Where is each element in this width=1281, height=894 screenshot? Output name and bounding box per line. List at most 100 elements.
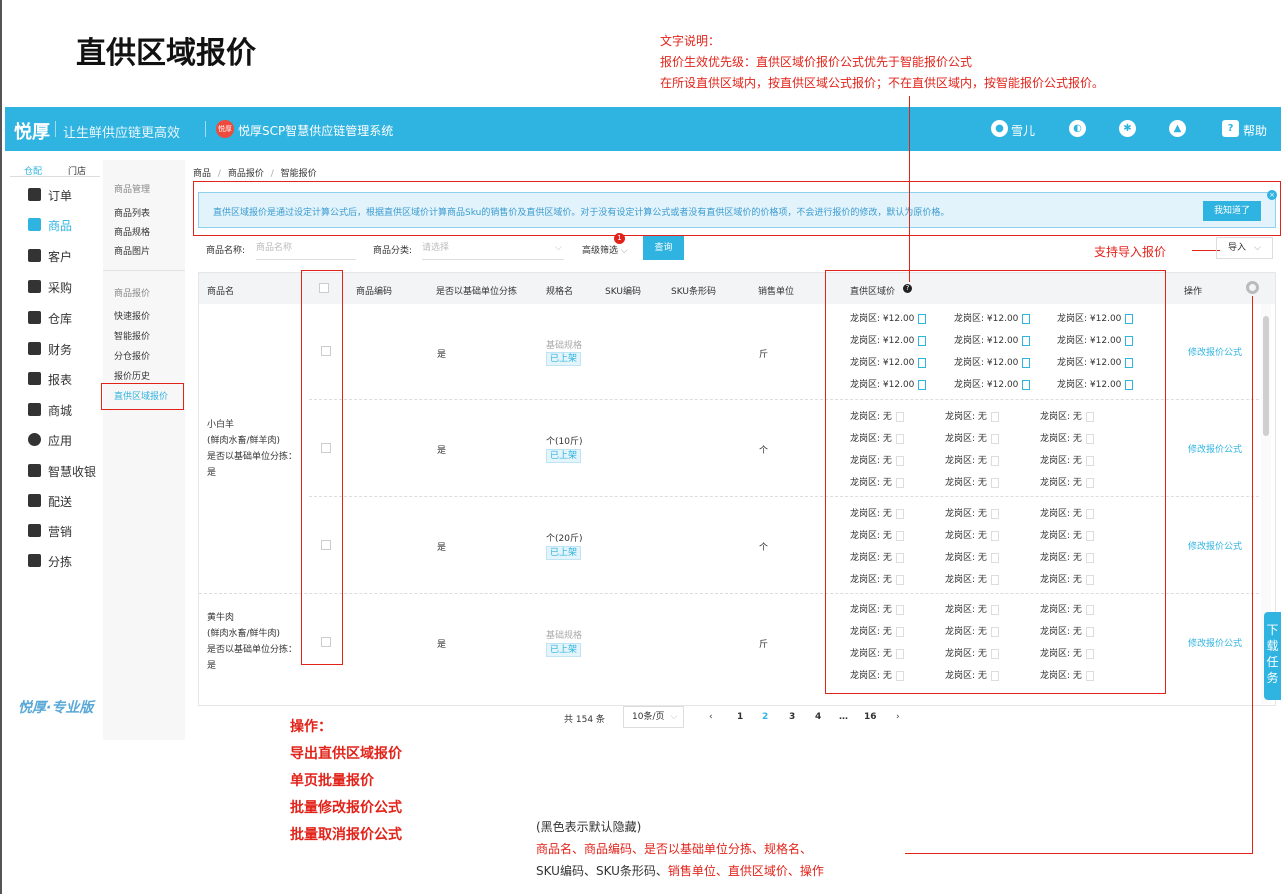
page-size-label: 10条/页 (632, 712, 665, 722)
annotation-note: 文字说明： 报价生效优先级：直供区域价报价公式优先于智能报价公式 在所设直供区域… (660, 31, 1104, 94)
note-line: 在所设直供区域内，按直供区域公式报价；不在直供区域内，按智能报价公式报价。 (660, 76, 1105, 90)
submenu-item-smart-quote[interactable]: 智能报价 (114, 329, 150, 342)
ops-item: 批量取消报价公式 (290, 827, 402, 843)
total-count: 共 154 条 (564, 715, 605, 725)
bell-icon[interactable]: ▲ (1169, 120, 1186, 137)
column-header: SKU条形码 (671, 287, 716, 297)
product-basic-value: 是 (207, 468, 217, 478)
ops-item: 单页批量报价 (290, 773, 374, 789)
submenu-item-goods-image[interactable]: 商品图片 (114, 244, 150, 257)
spec-name: 个(10斤) (546, 437, 583, 447)
divider (55, 121, 56, 137)
gear-icon[interactable] (1246, 281, 1259, 294)
order-icon (28, 188, 41, 201)
brand-logo-icon: 悦厚 (216, 120, 234, 138)
product-basic-label: 是否以基础单位分拣： (207, 645, 298, 655)
submenu-item-warehouse-quote[interactable]: 分仓报价 (114, 349, 150, 362)
download-tasks-tab[interactable]: 下载任务 (1264, 612, 1281, 700)
edit-formula-link[interactable]: 修改报价公式 (1188, 539, 1242, 552)
name-search-input[interactable]: 商品名称 (256, 236, 356, 260)
customer-icon (28, 249, 41, 262)
breadcrumb-item: 智能报价 (280, 169, 317, 179)
menu-label: 配送 (48, 495, 73, 509)
marketing-icon (28, 524, 41, 537)
divider (205, 121, 206, 137)
status-badge: 已上架 (546, 546, 582, 560)
product-name: 小白羊 (207, 420, 235, 430)
breadcrumb-item[interactable]: 商品 (193, 169, 211, 179)
submenu-item-goods-spec[interactable]: 商品规格 (114, 225, 150, 238)
import-button[interactable]: 导入 ⌵ (1216, 237, 1273, 259)
page-button[interactable]: 4 (815, 712, 821, 722)
category-select[interactable]: 请选择 ⌵ (422, 236, 564, 260)
page-button-current[interactable]: 2 (762, 712, 768, 722)
slogan: 让生鲜供应链更高效 (63, 126, 181, 141)
status-badge: 已上架 (546, 449, 582, 463)
spec-name: 基础规格 (546, 631, 583, 641)
user-icon[interactable]: ● (991, 120, 1008, 137)
menu-label: 订单 (48, 189, 73, 203)
annotation-line (909, 96, 910, 282)
prev-page-button[interactable]: ‹ (709, 712, 713, 722)
chevron-down-icon: ⌵ (618, 246, 628, 256)
page-button[interactable]: 3 (789, 712, 795, 722)
edit-formula-link[interactable]: 修改报价公式 (1188, 442, 1242, 455)
submenu-panel: 商品管理 商品列表 商品规格 商品图片 商品报价 快速报价 智能报价 分仓报价 … (103, 160, 185, 740)
advanced-filter-toggle[interactable]: 高级筛选 ⌵ (582, 243, 628, 256)
page-ellipsis: … (839, 712, 848, 722)
menu-label: 仓库 (48, 312, 73, 326)
submenu-item-quote-history[interactable]: 报价历史 (114, 369, 150, 382)
column-header: 销售单位 (758, 287, 795, 297)
edit-formula-link[interactable]: 修改报价公式 (1188, 636, 1242, 649)
highlight-box (825, 270, 1166, 694)
sorting-icon (28, 554, 41, 567)
app-logo[interactable]: 悦厚 (14, 118, 50, 144)
submenu-item-quick-quote[interactable]: 快速报价 (114, 309, 150, 322)
breadcrumb: 商品 / 商品报价 / 智能报价 (193, 166, 317, 179)
page-title: 直供区域报价 (76, 36, 256, 71)
gear-icon[interactable]: ✱ (1119, 120, 1136, 137)
menu-label: 客户 (48, 250, 73, 264)
query-button[interactable]: 查询 (643, 236, 684, 260)
app-icon (28, 433, 41, 446)
breadcrumb-item[interactable]: 商品报价 (228, 169, 264, 179)
help-link[interactable]: 帮助 (1243, 122, 1267, 139)
chevron-down-icon: ⌵ (670, 712, 678, 722)
ops-item: 导出直供区域报价 (290, 746, 402, 762)
column-header: 商品编码 (356, 287, 393, 297)
col-note-line: 商品名、商品编码、是否以基础单位分拣、规格名、 (536, 842, 813, 856)
col-note-part: 销售单位、直供区域价、操作 (667, 864, 824, 878)
top-bar: 悦厚 让生鲜供应链更高效 悦厚 悦厚SCP智慧供应链管理系统 ● 雪儿 ◐ ✱ … (5, 107, 1281, 151)
col-note-line: SKU编码、SKU条形码、销售单位、直供区域价、操作 (536, 860, 824, 882)
basic-unit-value: 是 (437, 543, 447, 553)
edit-formula-link[interactable]: 修改报价公式 (1188, 345, 1242, 358)
help-icon[interactable]: ? (1222, 120, 1239, 137)
menu-label: 财务 (48, 343, 73, 357)
page-button[interactable]: 1 (737, 712, 743, 722)
sale-unit: 斤 (759, 350, 769, 360)
menu-label: 应用 (48, 434, 73, 448)
annotation-line (1252, 296, 1253, 854)
service-icon[interactable]: ◐ (1069, 120, 1086, 137)
scroll-thumb[interactable] (1263, 316, 1269, 436)
annotation-columns: (黑色表示默认隐藏) 商品名、商品编码、是否以基础单位分拣、规格名、 SKU编码… (536, 816, 824, 882)
sale-unit: 个 (759, 446, 769, 456)
report-icon (28, 372, 41, 385)
breadcrumb-separator: / (217, 169, 221, 179)
mall-icon (28, 403, 41, 416)
menu-label: 营销 (48, 525, 73, 539)
column-header: 是否以基础单位分拣 (436, 287, 518, 297)
cashier-icon (28, 464, 41, 477)
product-category: (鲜肉水畜/鲜牛肉) (207, 629, 281, 639)
footer-logo: 悦厚·专业版 (18, 700, 94, 716)
page-size-select[interactable]: 10条/页 ⌵ (623, 706, 684, 728)
goods-icon (28, 218, 41, 231)
page-button[interactable]: 16 (864, 712, 877, 722)
product-basic-label: 是否以基础单位分拣： (207, 452, 298, 462)
filter-label: 商品分类: (373, 246, 413, 256)
next-page-button[interactable]: › (896, 712, 900, 722)
product-name: 黄牛肉 (207, 613, 235, 623)
user-name[interactable]: 雪儿 (1011, 122, 1035, 139)
submenu-group-title: 商品报价 (114, 289, 151, 299)
submenu-item-goods-list[interactable]: 商品列表 (114, 206, 150, 219)
